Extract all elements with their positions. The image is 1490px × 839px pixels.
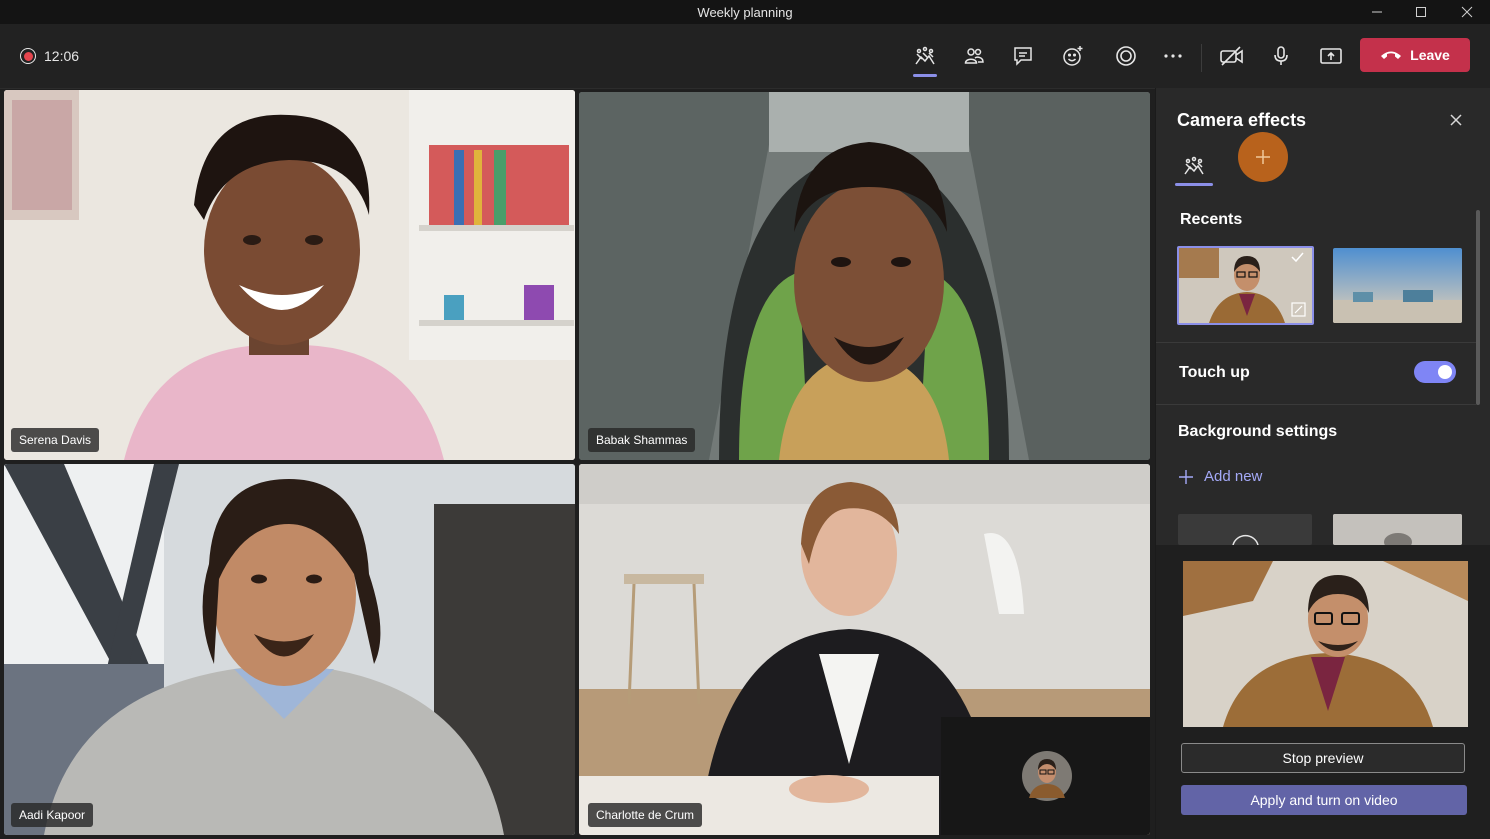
people-icon <box>964 48 984 64</box>
recent-effect-selected[interactable] <box>1177 246 1314 325</box>
recording-indicator: 12:06 <box>20 48 79 64</box>
camera-preview <box>1183 561 1468 727</box>
camera-toggle-button[interactable] <box>1212 36 1252 76</box>
section-divider <box>1156 404 1476 405</box>
participant-video <box>4 90 575 460</box>
participant-name-tag: Serena Davis <box>11 428 100 452</box>
recent-thumbnail <box>1333 248 1462 323</box>
record-icon <box>1116 46 1136 66</box>
participant-name-tag: Babak Shammas <box>588 428 696 452</box>
tab-effects[interactable] <box>1175 146 1213 186</box>
camera-effects-icon <box>915 46 935 65</box>
reactions-button[interactable] <box>1053 36 1093 76</box>
add-new-background-button[interactable]: Add new <box>1178 468 1262 485</box>
leave-button[interactable]: Leave <box>1360 38 1470 72</box>
apply-and-turn-on-video-button[interactable]: Apply and turn on video <box>1181 785 1467 815</box>
close-window-icon[interactable] <box>1444 0 1490 24</box>
video-tile-babak-shammas[interactable]: Babak Shammas <box>579 92 1150 460</box>
maximize-icon[interactable] <box>1398 0 1444 24</box>
window-title: Weekly planning <box>697 4 793 20</box>
people-button[interactable] <box>954 36 994 76</box>
background-option-blur[interactable] <box>1333 514 1462 545</box>
toolbar-divider <box>1201 44 1202 72</box>
add-new-label: Add new <box>1204 468 1263 485</box>
background-settings-heading: Background settings <box>1178 423 1338 440</box>
recents-heading: Recents <box>1180 211 1243 228</box>
preview-video <box>1183 561 1468 727</box>
participant-name-tag: Aadi Kapoor <box>11 803 94 827</box>
stop-preview-button[interactable]: Stop preview <box>1181 743 1465 773</box>
leave-label: Leave <box>1410 47 1450 63</box>
touch-up-label: Touch up <box>1179 364 1250 381</box>
participant-video <box>579 92 1150 460</box>
hang-up-icon <box>1381 51 1402 59</box>
camera-effects-panel: Camera effects Recents Touch up Backgrou… <box>1155 88 1490 839</box>
mic-button[interactable] <box>1261 36 1301 76</box>
section-divider <box>1156 342 1476 343</box>
recent-thumbnail <box>1179 248 1312 323</box>
chat-icon <box>1014 47 1032 66</box>
mic-icon <box>1274 46 1288 65</box>
more-icon <box>1164 54 1182 58</box>
more-options-button[interactable] <box>1153 36 1193 76</box>
panel-scrollbar[interactable] <box>1476 210 1480 405</box>
video-tile-serena-davis[interactable]: Serena Davis <box>4 90 575 460</box>
video-tile-aadi-kapoor[interactable]: Aadi Kapoor <box>4 464 575 835</box>
self-view[interactable] <box>941 717 1150 835</box>
meeting-timer: 12:06 <box>44 48 80 64</box>
participant-name-tag: Charlotte de Crum <box>588 803 703 827</box>
participant-video <box>4 464 575 835</box>
minimize-icon[interactable] <box>1354 0 1400 24</box>
touch-up-toggle[interactable] <box>1414 361 1456 383</box>
effects-icon <box>1184 156 1204 175</box>
camera-preview-area: Stop preview Apply and turn on video <box>1156 545 1490 839</box>
share-button[interactable] <box>1311 36 1351 76</box>
plus-icon <box>1256 150 1270 164</box>
camera-off-icon <box>1220 46 1243 66</box>
share-icon <box>1320 48 1342 64</box>
add-effect-button[interactable] <box>1238 132 1288 182</box>
panel-title: Camera effects <box>1177 110 1307 130</box>
video-tile-charlotte-de-crum[interactable]: Charlotte de Crum <box>579 464 1150 835</box>
chat-button[interactable] <box>1003 36 1043 76</box>
record-dot-icon <box>20 48 36 64</box>
record-button[interactable] <box>1106 36 1146 76</box>
reactions-icon <box>1063 46 1083 66</box>
blur-background-icon <box>1333 514 1462 545</box>
self-avatar <box>1022 751 1072 801</box>
background-option-none[interactable] <box>1178 514 1312 545</box>
meeting-toolbar: 12:06 Leave <box>0 24 1490 89</box>
no-background-icon <box>1232 534 1259 545</box>
title-bar: Weekly planning <box>0 0 1490 24</box>
recent-effect-beach[interactable] <box>1333 248 1462 323</box>
camera-effects-button[interactable] <box>905 36 945 77</box>
plus-icon <box>1179 469 1193 484</box>
close-panel-icon[interactable] <box>1446 110 1466 130</box>
